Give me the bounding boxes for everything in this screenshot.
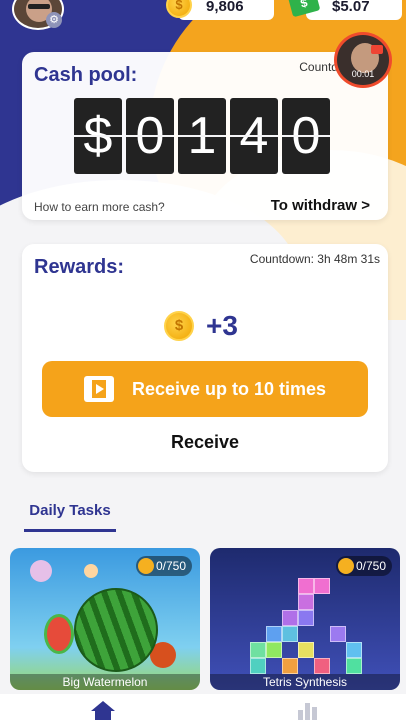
task-progress-badge: 0/750	[335, 556, 392, 576]
tetris-block	[298, 610, 314, 626]
video-time: 00:01	[351, 69, 375, 79]
cash-pool-title: Cash pool:	[34, 64, 138, 86]
coin-icon	[337, 558, 354, 574]
coin-balance[interactable]: $ 9,806	[166, 0, 274, 20]
tetris-block	[250, 642, 266, 658]
tetris-block	[298, 594, 314, 610]
receive-up-to-10-button[interactable]: Receive up to 10 times	[42, 361, 368, 417]
tetris-block	[330, 626, 346, 642]
tetris-block	[314, 578, 330, 594]
video-thumbnail[interactable]: 00:01	[334, 32, 392, 88]
tetris-block	[298, 578, 314, 594]
tetris-block	[298, 642, 314, 658]
tetris-block	[282, 610, 298, 626]
rewards-card: Rewards: Countdown: 3h 48m 31s $ +3 Rece…	[22, 244, 388, 472]
receive-up-to-10-label: Receive up to 10 times	[131, 378, 327, 399]
fruit-decoration	[30, 560, 52, 582]
tetris-block	[314, 658, 330, 674]
melon-slice	[44, 614, 74, 654]
reward-amount: $ +3	[164, 310, 238, 342]
video-flag-icon	[371, 45, 383, 54]
chart-icon[interactable]	[296, 700, 320, 720]
cash-balance[interactable]: $ $5.07	[287, 0, 402, 20]
coin-icon	[137, 558, 154, 574]
bottom-nav	[0, 694, 406, 720]
digit-2: 1	[178, 98, 226, 174]
task-progress-badge: 0/750	[135, 556, 192, 576]
digit-currency: $	[74, 98, 122, 174]
receive-button[interactable]: Receive	[22, 432, 388, 453]
task-progress: 0/750	[155, 559, 186, 573]
tetris-block	[282, 658, 298, 674]
cash-balance-value: $5.07	[332, 0, 370, 15]
rewards-title: Rewards:	[34, 256, 125, 278]
cash-pool-card: Cash pool: Countdown: 2h $ 0 1 4 0 How t…	[22, 52, 388, 220]
tetris-blocks-image	[242, 578, 372, 688]
tetris-block	[250, 658, 266, 674]
gear-icon[interactable]: ⚙	[46, 12, 62, 28]
digit-1: 0	[126, 98, 174, 174]
film-icon	[83, 376, 114, 402]
task-progress: 0/750	[355, 559, 386, 573]
task-card-tetris-synthesis[interactable]: 0/750 Tetris Synthesis	[210, 548, 400, 690]
tetris-block	[266, 626, 282, 642]
withdraw-link[interactable]: To withdraw >	[271, 197, 370, 214]
rewards-countdown: Countdown: 3h 48m 31s	[249, 252, 380, 266]
cash-pool-digits: $ 0 1 4 0	[74, 98, 330, 174]
tetris-block	[266, 642, 282, 658]
earn-more-link[interactable]: How to earn more cash?	[34, 200, 165, 214]
tetris-block	[346, 658, 362, 674]
home-icon[interactable]	[90, 700, 116, 720]
digit-4: 0	[282, 98, 330, 174]
watermelon-image	[74, 588, 158, 672]
tetris-block	[346, 642, 362, 658]
coin-icon: $	[164, 311, 194, 341]
task-card-big-watermelon[interactable]: 0/750 Big Watermelon	[10, 548, 200, 690]
coin-balance-value: 9,806	[206, 0, 244, 15]
avatar-glasses	[28, 4, 50, 9]
task-title: Big Watermelon	[10, 674, 200, 690]
fruit-decoration	[84, 564, 98, 578]
task-title: Tetris Synthesis	[210, 674, 400, 690]
tab-daily-tasks[interactable]: Daily Tasks	[24, 502, 116, 532]
reward-amount-value: +3	[206, 310, 238, 341]
tetris-block	[282, 626, 298, 642]
digit-3: 4	[230, 98, 278, 174]
